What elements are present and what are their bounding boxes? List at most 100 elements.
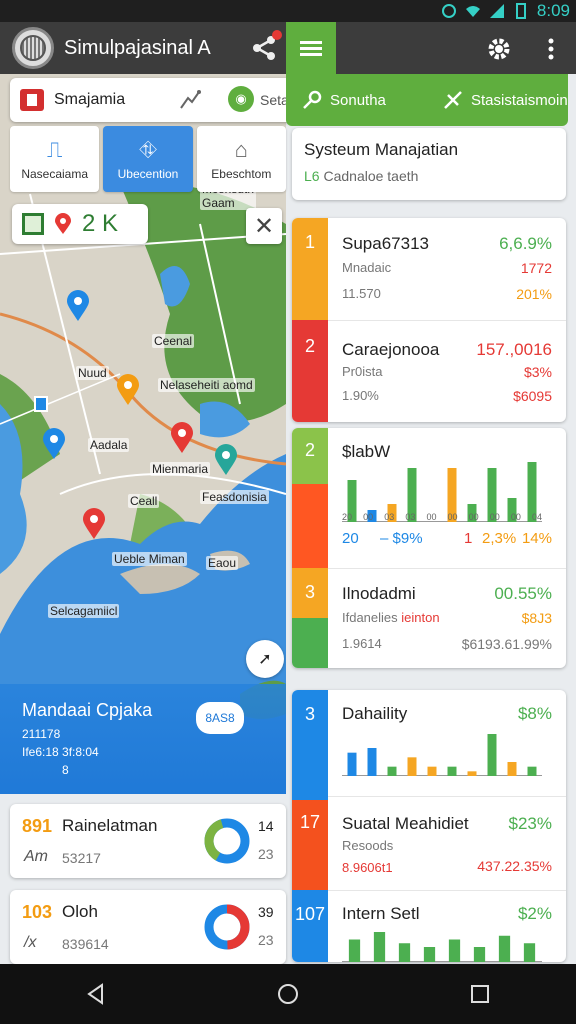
list-item[interactable]: 891 Rainelatman Am 53217 14 23 [10,804,286,878]
row-sub: Ifdanelies ieinton [342,610,440,625]
row-value: $8J3 [521,610,552,626]
row-value: $2% [517,904,552,923]
chat-bubble-button[interactable]: 8AS8 [196,702,244,734]
chart-tick-label: 00 [510,512,521,522]
action-button[interactable]: Sonutha [286,90,427,110]
map-label: Ceenal [152,334,195,348]
back-icon[interactable] [84,982,108,1006]
action-bar: Sonutha Stasistaismoin [286,74,568,126]
row-value: 201% [516,286,552,302]
row-value: $3% [523,364,552,380]
row-number: 17 [299,812,321,832]
row-value: 437.22.35% [477,858,552,874]
row-value: $6095 [513,388,552,404]
wifi-icon [465,6,480,17]
map-pin-icon[interactable] [214,444,238,476]
map-label: Selcagamiicl [48,604,120,618]
map-label: Ceall [128,494,160,508]
item-sub: Am [24,848,48,865]
chart-stat: 2,3% [482,530,517,547]
stats-card[interactable]: 3 17 107 Dahaility $8% Suatal Meahidiet … [292,690,566,962]
battery-icon [515,3,526,19]
action-label: Stasistaismoin [471,91,568,109]
chart-bar [473,947,486,962]
chart-bar [427,766,437,776]
tile-button[interactable]: ⌂ Ebeschtom [196,126,286,192]
system-card[interactable]: Systeum Manajatian L6 Cadnaloe taeth [292,128,566,200]
map-pin-icon[interactable] [66,290,90,322]
folder-icon: ⌂ [234,137,248,162]
chart-bar [523,943,536,962]
map-label: Eaou [206,556,239,570]
location-detail: 8 [62,763,69,777]
row-title: Dahaility [342,704,408,723]
map-pin-icon[interactable] [170,422,194,454]
compass-icon: ➚ [258,651,272,668]
chart-stat: 14% [521,530,552,547]
row-sub: 1.90% [342,388,379,403]
bar-chart [342,932,542,962]
system-prefix: L6 [304,168,320,184]
chart-bar [387,766,397,776]
row-title: Supa67313 [342,234,429,253]
notification-badge [272,30,282,40]
stats-card[interactable]: 1 2 Supa67313 Mnadaic 11.570 6,6.9% 1772… [292,218,566,422]
route-icon[interactable] [178,88,202,112]
flag-marker[interactable] [34,396,48,412]
app-logo [12,27,54,69]
map-pin-icon[interactable] [116,374,140,406]
row-value: $23% [508,814,552,833]
list-item[interactable]: 103 Oloh /x 839614 39 23 [10,890,286,964]
row-value: $8% [517,704,552,723]
satellite-icon [444,91,462,109]
chart-tick-label: 00 [468,512,479,522]
menu-button[interactable] [286,22,336,74]
location-panel[interactable]: Mandaai Cpjaka 211178 Ife6:18 3f:8:04 8 … [0,684,286,794]
right-app-bar [286,22,576,74]
home-icon[interactable] [276,982,300,1006]
item-value: 14 [258,818,274,834]
search-bar[interactable]: Smajamia ◉ Seta [10,78,300,122]
chart-card[interactable]: 2 3 $labW 20 00 03 03 00 00 00 00 00 04 20 – $9% … [292,428,566,668]
tile-label: Ebeschtom [211,167,272,181]
close-button[interactable]: ✕ [246,208,282,244]
signal-icon [489,4,504,18]
donut-chart-icon [204,818,250,864]
chart-bar [448,939,461,962]
location-icon[interactable]: ◉ [228,86,254,112]
row-value: 1772 [520,260,552,276]
system-title: Systeum Manajatian [304,140,459,159]
map-label: Ueble Miman [112,552,187,566]
alarm-icon [441,4,456,18]
tile-label: Ubecention [117,167,179,181]
search-text: Smajamia [54,91,126,108]
chart-stat: – $9% [380,530,423,547]
square-icon [22,213,44,235]
row-sub: 11.570 [342,286,381,301]
recents-icon[interactable] [468,982,492,1006]
status-time: 8:09 [536,1,570,20]
chip-text: 2 K [82,210,119,237]
row-sub: Resoods [342,838,394,853]
chart-bar [423,947,436,962]
chart-tick-label: 20 [342,512,353,522]
chart-tick-label: 00 [489,512,500,522]
filter-chip[interactable]: 2 K [12,204,148,244]
chart-stat: 1 [464,530,473,547]
chart-bar [487,734,497,776]
compass-button[interactable]: ➚ [246,640,284,678]
chart-stat: 20 [342,530,359,547]
tile-button[interactable]: ⎍ Nasecaiama [10,126,100,192]
map-pin-icon[interactable] [82,508,106,540]
gear-icon[interactable] [486,36,512,62]
row-title: Suatal Meahidiet [342,814,469,833]
more-vert-icon[interactable] [548,38,554,60]
action-button[interactable]: Stasistaismoin [427,90,568,110]
key-icon [303,90,322,109]
map-pin-icon[interactable] [42,428,66,460]
row-number: 107 [294,904,326,924]
tile-button[interactable]: ⛗ Ubecention [103,126,193,192]
row-number: 3 [304,582,315,602]
map-label: Feasdonisia [200,490,269,504]
row-number: 3 [304,704,315,724]
